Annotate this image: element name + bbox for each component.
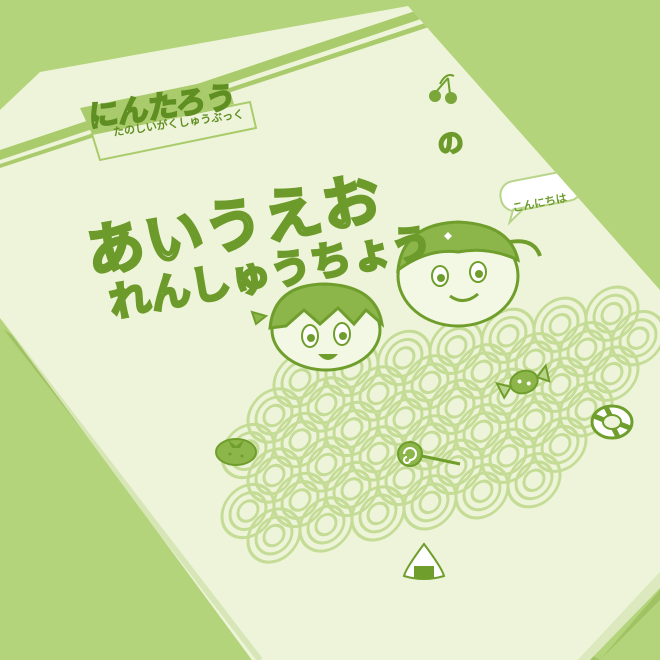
tomato-icon: [215, 438, 257, 466]
swim-ring-icon: [590, 404, 634, 440]
